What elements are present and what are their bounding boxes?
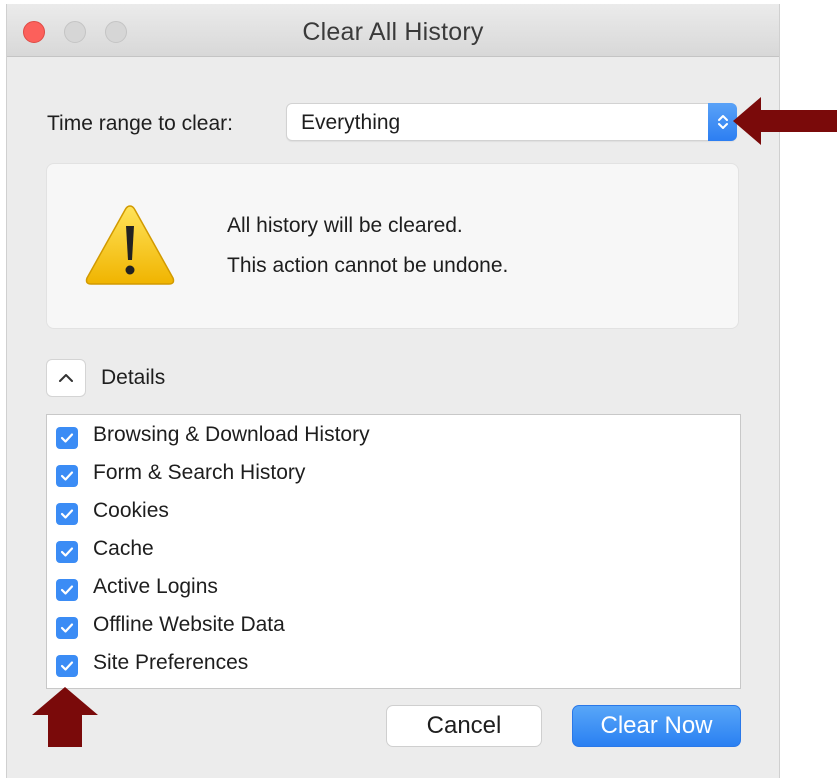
checkbox-checked-icon[interactable] [56,617,78,639]
details-toggle-button[interactable] [46,359,86,397]
list-item[interactable]: Active Logins [47,570,740,608]
annotation-arrow-up-icon [32,687,98,747]
list-item[interactable]: Browsing & Download History [47,418,740,456]
time-range-value: Everything [301,111,401,134]
chevron-up-icon [59,374,73,382]
time-range-label: Time range to clear: [47,112,233,135]
list-item[interactable]: Site Preferences [47,646,740,684]
cancel-button[interactable]: Cancel [386,705,542,747]
warning-icon [83,202,177,293]
clear-history-dialog: Clear All History Time range to clear: E… [6,4,780,778]
checkbox-checked-icon[interactable] [56,655,78,677]
item-label: Cache [93,537,154,560]
item-label: Browsing & Download History [93,423,370,446]
item-label: Active Logins [93,575,218,598]
warning-text-line2: This action cannot be undone. [227,254,509,277]
list-item[interactable]: Cookies [47,494,740,532]
list-item[interactable]: Offline Website Data [47,608,740,646]
checkbox-checked-icon[interactable] [56,541,78,563]
item-label: Offline Website Data [93,613,285,636]
history-items-list: Browsing & Download History Form & Searc… [46,414,741,689]
clear-now-button[interactable]: Clear Now [572,705,741,747]
title-bar: Clear All History [7,4,779,57]
warning-text-line1: All history will be cleared. [227,214,463,237]
checkbox-checked-icon[interactable] [56,579,78,601]
list-item[interactable]: Form & Search History [47,456,740,494]
annotation-arrow-left-icon [733,97,837,145]
time-range-select[interactable]: Everything [286,103,737,141]
warning-panel: All history will be cleared. This action… [46,163,739,329]
item-label: Cookies [93,499,169,522]
checkbox-checked-icon[interactable] [56,465,78,487]
item-label: Site Preferences [93,651,249,674]
checkbox-checked-icon[interactable] [56,427,78,449]
window-title: Clear All History [302,18,484,46]
checkbox-checked-icon[interactable] [56,503,78,525]
item-label: Form & Search History [93,461,306,484]
list-item[interactable]: Cache [47,532,740,570]
details-label: Details [101,366,166,389]
